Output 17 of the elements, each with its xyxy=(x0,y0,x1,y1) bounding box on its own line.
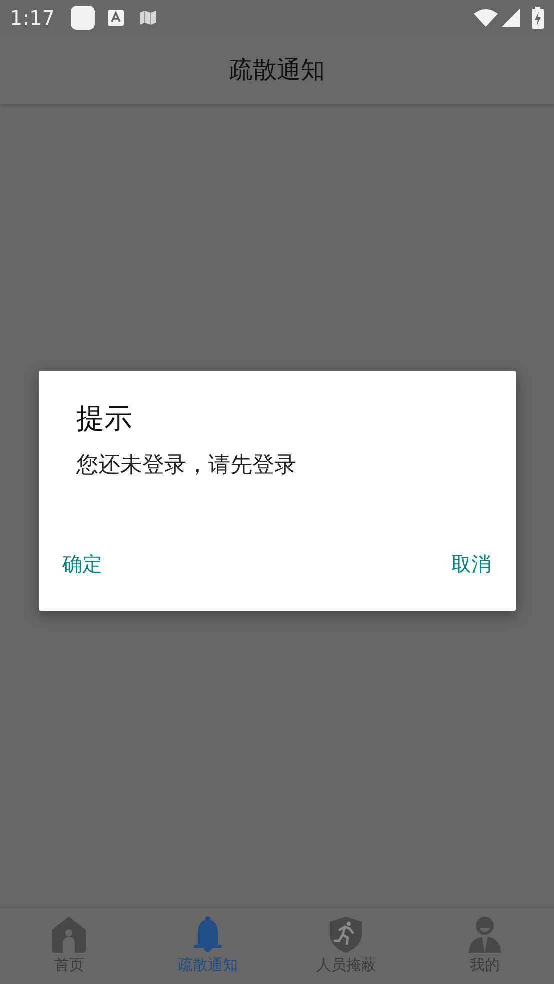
page-title: 疏散通知 xyxy=(229,55,325,86)
dialog-message: 您还未登录，请先登录 xyxy=(76,452,298,480)
bell-icon xyxy=(192,916,223,954)
app-notification-icon xyxy=(70,6,95,30)
font-notification-icon xyxy=(108,10,124,26)
status-time: 1:17 xyxy=(10,5,55,32)
confirm-button[interactable]: 确定 xyxy=(46,543,118,585)
shield-runner-icon xyxy=(329,916,364,954)
tab-bar-item[interactable]: 疏散通知 xyxy=(138,908,277,984)
person-icon xyxy=(468,916,502,954)
battery-icon xyxy=(532,7,544,29)
wifi-icon xyxy=(474,9,498,27)
map-notification-icon xyxy=(138,10,157,26)
signal-icon xyxy=(502,9,520,27)
house-icon xyxy=(51,916,88,954)
cancel-button[interactable]: 取消 xyxy=(436,543,508,585)
dialog-title: 提示 xyxy=(76,401,134,437)
